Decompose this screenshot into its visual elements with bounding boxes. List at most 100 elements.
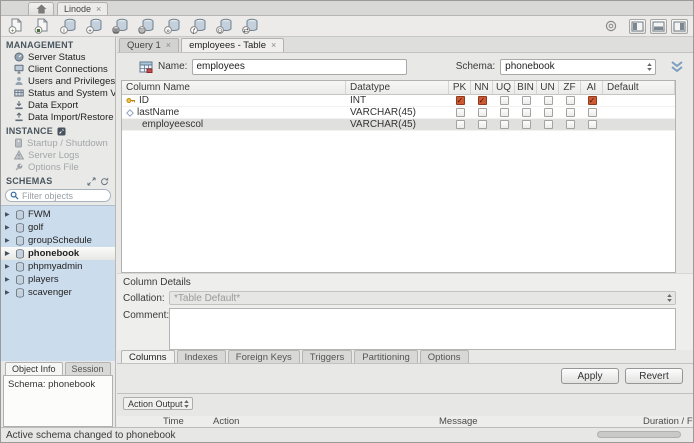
flag-ai-checkbox[interactable] <box>587 120 597 129</box>
sidebar-item-options-file[interactable]: Options File <box>1 161 115 173</box>
create-procedure-icon[interactable]: » <box>162 18 182 35</box>
sidebar-item-data-import-restore[interactable]: Data Import/Restore <box>1 111 115 123</box>
tab-query-1[interactable]: Query 1 × <box>119 38 180 52</box>
tab-columns[interactable]: Columns <box>121 350 175 363</box>
flag-ai-checkbox[interactable] <box>587 108 597 117</box>
collation-select[interactable]: *Table Default* <box>169 291 676 305</box>
schema-item-phpmyadmin[interactable]: ▶ phpmyadmin <box>1 260 115 273</box>
tab-options[interactable]: Options <box>419 350 469 363</box>
new-query-tab-icon[interactable]: + <box>6 18 26 35</box>
expander-icon[interactable]: ▶ <box>5 225 12 231</box>
flag-uq-checkbox[interactable] <box>499 96 509 105</box>
flag-pk-checkbox[interactable]: ✓ <box>455 96 465 105</box>
flag-zf-checkbox[interactable] <box>565 96 575 105</box>
expander-icon[interactable]: ▶ <box>5 264 12 270</box>
flag-uq-checkbox[interactable] <box>499 120 509 129</box>
toggle-bottom-panel-icon[interactable] <box>650 18 667 34</box>
flag-zf-checkbox[interactable] <box>565 108 575 117</box>
cell-column-name[interactable]: employeescol <box>122 119 346 130</box>
sidebar-item-status-and-system-variables[interactable]: Status and System Variables <box>1 87 115 99</box>
schema-item-scavenger[interactable]: ▶ scavenger <box>1 286 115 299</box>
schema-item-golf[interactable]: ▶ golf <box>1 221 115 234</box>
column-header-un[interactable]: UN <box>537 81 559 94</box>
column-row-id[interactable]: ID INT ✓ ✓ ✓ <box>122 95 675 107</box>
column-header-default[interactable]: Default <box>603 81 675 94</box>
schema-select[interactable]: phonebook <box>500 58 656 75</box>
column-header-ai[interactable]: AI <box>581 81 603 94</box>
column-header-bin[interactable]: BIN <box>515 81 537 94</box>
cell-column-name[interactable]: ID <box>122 95 346 106</box>
sidebar-item-server-logs[interactable]: Server Logs <box>1 149 115 161</box>
flag-nn-checkbox[interactable] <box>477 108 487 117</box>
column-header-datatype[interactable]: Datatype <box>346 81 449 94</box>
collapse-all-icon[interactable] <box>87 176 96 186</box>
cell-datatype[interactable]: INT <box>346 95 449 106</box>
schema-item-fwm[interactable]: ▶ FWM <box>1 208 115 221</box>
flag-pk-checkbox[interactable] <box>455 120 465 129</box>
home-tab[interactable] <box>28 2 54 15</box>
close-icon[interactable]: × <box>271 41 276 50</box>
flag-bin-checkbox[interactable] <box>521 108 531 117</box>
tab-indexes[interactable]: Indexes <box>176 350 226 363</box>
connection-tab[interactable]: Linode × <box>57 2 109 15</box>
table-data-search-icon[interactable]: ⊙ <box>214 18 234 35</box>
revert-button[interactable]: Revert <box>625 368 683 384</box>
flag-bin-checkbox[interactable] <box>521 120 531 129</box>
cell-default[interactable] <box>603 107 675 118</box>
expand-editor-button[interactable] <box>667 59 687 75</box>
tab-employees-table[interactable]: employees - Table × <box>181 38 285 52</box>
column-header-nn[interactable]: NN <box>471 81 493 94</box>
cell-default[interactable] <box>603 119 675 130</box>
flag-un-checkbox[interactable] <box>543 108 553 117</box>
flag-nn-checkbox[interactable] <box>477 120 487 129</box>
schema-filter-input[interactable] <box>22 190 102 201</box>
flag-pk-checkbox[interactable] <box>455 108 465 117</box>
create-schema-icon[interactable]: + <box>84 18 104 35</box>
tab-partitioning[interactable]: Partitioning <box>354 350 418 363</box>
sidebar-item-server-status[interactable]: Server Status <box>1 51 115 63</box>
column-row-employeescol[interactable]: employeescol VARCHAR(45) <box>122 119 675 131</box>
comment-textarea[interactable] <box>169 308 676 350</box>
cell-default[interactable] <box>603 95 675 106</box>
horizontal-scrollbar-thumb[interactable] <box>597 431 681 438</box>
cell-datatype[interactable]: VARCHAR(45) <box>346 119 449 130</box>
schema-item-phonebook[interactable]: ▶ phonebook <box>1 247 115 260</box>
cell-datatype[interactable]: VARCHAR(45) <box>346 107 449 118</box>
toggle-left-panel-icon[interactable] <box>629 18 646 34</box>
flag-ai-checkbox[interactable]: ✓ <box>587 96 597 105</box>
reconnect-dbms-icon[interactable]: ⇄ <box>240 18 260 35</box>
expander-icon[interactable]: ▶ <box>5 238 12 244</box>
expander-icon[interactable]: ▶ <box>5 212 12 218</box>
db-inspector-icon[interactable]: i <box>58 18 78 35</box>
sidebar-item-users-and-privileges[interactable]: Users and Privileges <box>1 75 115 87</box>
create-table-icon[interactable]: ▦ <box>110 18 130 35</box>
schema-item-groupschedule[interactable]: ▶ groupSchedule <box>1 234 115 247</box>
apply-button[interactable]: Apply <box>561 368 619 384</box>
expander-icon[interactable]: ▶ <box>5 290 12 296</box>
column-header-column-name[interactable]: Column Name <box>122 81 346 94</box>
tab-object-info[interactable]: Object Info <box>5 362 63 375</box>
column-row-lastname[interactable]: lastName VARCHAR(45) <box>122 107 675 119</box>
sidebar-item-startup-shutdown[interactable]: Startup / Shutdown <box>1 137 115 149</box>
tab-triggers[interactable]: Triggers <box>301 350 353 363</box>
table-name-input[interactable] <box>192 58 407 75</box>
create-function-icon[interactable]: ƒ <box>188 18 208 35</box>
flag-nn-checkbox[interactable]: ✓ <box>477 96 487 105</box>
column-header-uq[interactable]: UQ <box>493 81 515 94</box>
toggle-right-panel-icon[interactable] <box>671 18 688 34</box>
sidebar-item-client-connections[interactable]: Client Connections <box>1 63 115 75</box>
open-sql-script-icon[interactable]: ■ <box>32 18 52 35</box>
flag-zf-checkbox[interactable] <box>565 120 575 129</box>
cell-column-name[interactable]: lastName <box>122 107 346 118</box>
column-header-zf[interactable]: ZF <box>559 81 581 94</box>
sidebar-item-data-export[interactable]: Data Export <box>1 99 115 111</box>
expander-icon[interactable]: ▶ <box>5 251 12 257</box>
tab-foreign-keys[interactable]: Foreign Keys <box>227 350 300 363</box>
flag-un-checkbox[interactable] <box>543 96 553 105</box>
refresh-schemas-icon[interactable] <box>100 177 109 186</box>
tab-session[interactable]: Session <box>64 362 111 375</box>
action-output-selector[interactable]: Action Output <box>123 397 193 410</box>
expander-icon[interactable]: ▶ <box>5 277 12 283</box>
close-icon[interactable]: × <box>166 41 171 50</box>
column-header-pk[interactable]: PK <box>449 81 471 94</box>
